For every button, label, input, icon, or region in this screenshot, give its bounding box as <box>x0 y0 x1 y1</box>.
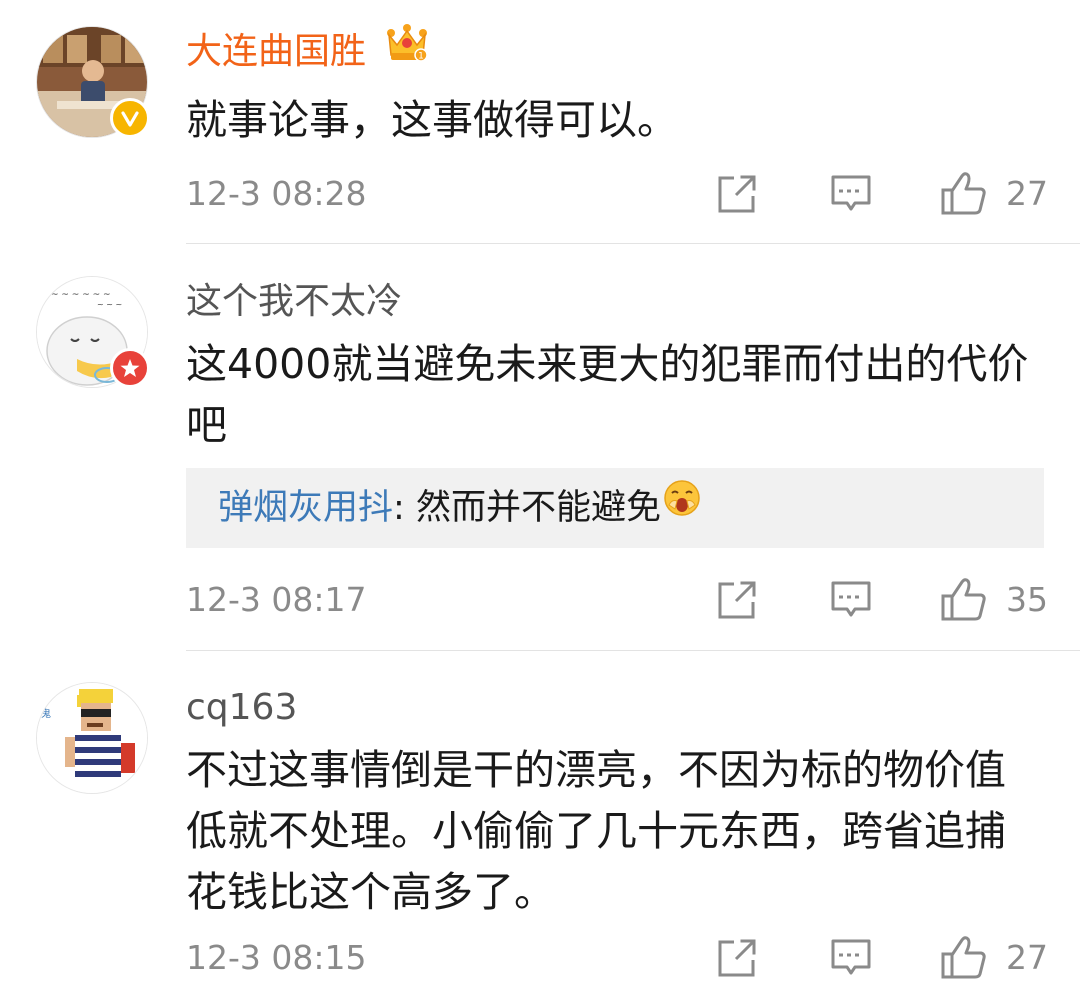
reply-text: 然而并不能避免 <box>404 488 661 528</box>
yawn-emoji-icon <box>663 466 701 546</box>
like-thumb-icon <box>941 578 986 621</box>
avatar[interactable] <box>36 26 150 138</box>
repost-icon <box>718 939 756 977</box>
comment-time: 12-3 08:17 <box>186 580 367 619</box>
svg-text:1: 1 <box>419 51 425 61</box>
comment-text: 就事论事，这事做得可以。 <box>186 96 678 144</box>
divider <box>186 650 1080 651</box>
repost-button[interactable] <box>716 938 758 978</box>
verified-badge-icon <box>110 98 150 138</box>
comment-item: ~ ~ ~ ~ ~ ~ ~ ~ ~ 这个我不太冷 这4000就当避免未来更大的犯… <box>0 244 1080 652</box>
comment-item: 大连曲国胜 1 就事论事，这事做得可以。 12-3 08:28 27 <box>0 0 1080 244</box>
username-label: cq163 <box>186 687 298 728</box>
comment-time: 12-3 08:15 <box>186 938 367 977</box>
avatar[interactable]: ~ ~ ~ ~ ~ ~ ~ ~ ~ <box>36 276 150 388</box>
avatar[interactable]: 鬼 <box>36 682 148 794</box>
svg-text:~ ~ ~: ~ ~ ~ <box>97 300 122 309</box>
reply-username[interactable]: 弹烟灰用抖 <box>218 488 393 528</box>
username[interactable]: 这个我不太冷 <box>186 278 402 326</box>
username[interactable]: 大连曲国胜 1 <box>186 23 429 76</box>
username-label: 这个我不太冷 <box>186 281 403 322</box>
svg-text:~ ~ ~ ~ ~ ~: ~ ~ ~ ~ ~ ~ <box>51 290 111 300</box>
member-star-badge-icon <box>110 348 150 388</box>
comment-button[interactable] <box>830 580 872 620</box>
comment-item: 鬼 cq163 不过这事情倒是干的漂亮，不因为标的物价值低就不处理。小偷偷了几十… <box>0 652 1080 994</box>
svg-text:鬼: 鬼 <box>41 707 51 720</box>
repost-icon <box>718 175 756 213</box>
comment-icon <box>831 581 871 617</box>
like-button[interactable] <box>940 934 988 980</box>
comment-button[interactable] <box>830 938 872 978</box>
comment-time: 12-3 08:28 <box>186 174 367 213</box>
reply-separator: : <box>393 488 405 528</box>
like-count: 27 <box>1006 174 1048 213</box>
repost-icon <box>718 581 756 619</box>
vip-crown-icon: 1 <box>385 23 429 76</box>
like-count: 27 <box>1006 938 1048 977</box>
like-thumb-icon <box>941 172 986 215</box>
reply-preview[interactable]: 弹烟灰用抖: 然而并不能避免 <box>186 468 1044 548</box>
comment-icon <box>831 939 871 975</box>
like-button[interactable] <box>940 576 988 622</box>
repost-button[interactable] <box>716 580 758 620</box>
like-thumb-icon <box>941 936 986 979</box>
comment-button[interactable] <box>830 174 872 214</box>
username-label: 大连曲国胜 <box>186 31 367 72</box>
username[interactable]: cq163 <box>186 684 297 732</box>
like-count: 35 <box>1006 580 1048 619</box>
comment-text: 这4000就当避免未来更大的犯罪而付出的代价吧 <box>186 340 1029 449</box>
like-button[interactable] <box>940 170 988 216</box>
repost-button[interactable] <box>716 174 758 214</box>
comment-icon <box>831 175 871 211</box>
comment-text: 不过这事情倒是干的漂亮，不因为标的物价值低就不处理。小偷偷了几十元东西，跨省追捕… <box>186 746 1006 916</box>
